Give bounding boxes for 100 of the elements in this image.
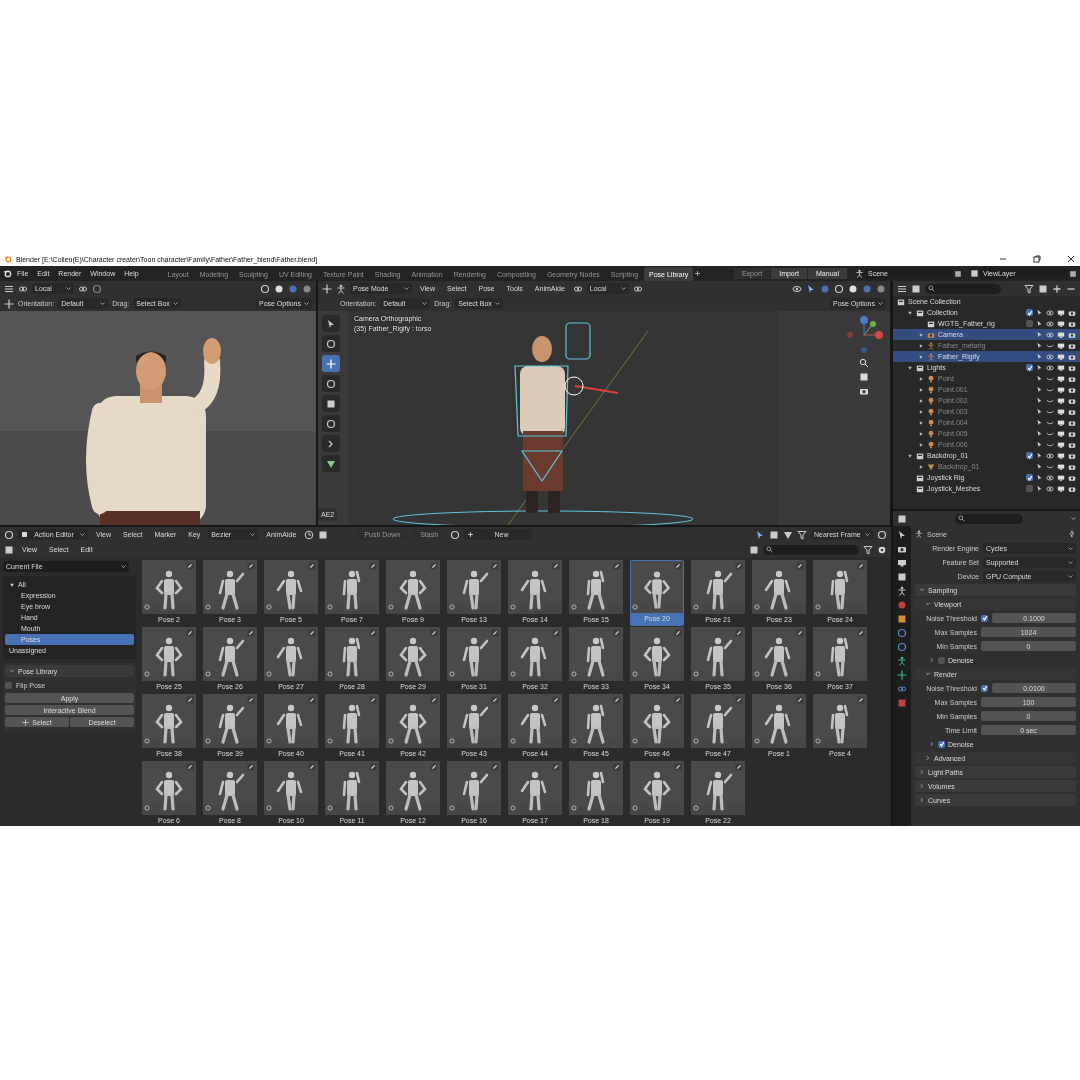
- grid-icon: [318, 529, 329, 540]
- checkbox[interactable]: [1026, 485, 1033, 492]
- link-icon: [78, 283, 88, 294]
- snap-icon: [92, 283, 102, 294]
- scale-tool-button[interactable]: [322, 395, 340, 412]
- material-icon: [862, 283, 872, 294]
- output-icon: [897, 558, 907, 568]
- action-icon: [266, 738, 272, 744]
- link-icon: [632, 283, 643, 294]
- rotate-tool-button[interactable]: [322, 375, 340, 392]
- rendered-icon: [876, 283, 886, 294]
- checkbox[interactable]: [1026, 452, 1033, 459]
- checkbox[interactable]: [1026, 320, 1033, 327]
- action-icon: [21, 531, 28, 538]
- pin-icon: [1068, 530, 1076, 538]
- monitor-icon: [1057, 319, 1065, 328]
- overlay-icon: [820, 283, 830, 294]
- filter-icon: [797, 529, 807, 540]
- action-icon: [510, 805, 516, 811]
- move-tool-button[interactable]: [322, 355, 340, 372]
- scene-icon: [915, 530, 923, 538]
- box-select-icon: [769, 529, 779, 540]
- camera-icon: [1068, 473, 1076, 482]
- edit-icon: [308, 763, 316, 771]
- visibility-icon: [792, 283, 802, 294]
- editor-type-icon: [897, 513, 907, 524]
- camera-icon: [1068, 429, 1076, 438]
- editor-type-icon: [4, 544, 14, 555]
- caret-icon: [620, 286, 626, 291]
- edit-icon: [735, 562, 743, 570]
- action-icon: [571, 671, 577, 677]
- measure-tool-button[interactable]: [322, 455, 340, 472]
- action-icon: [632, 671, 638, 677]
- monitor-icon: [1057, 429, 1065, 438]
- action-icon: [571, 604, 577, 610]
- action-icon: [144, 671, 150, 677]
- camera-icon: [1068, 308, 1076, 317]
- move-icon: [4, 298, 14, 309]
- edit-icon: [674, 763, 682, 771]
- edit-icon: [613, 562, 621, 570]
- browse-icon: [450, 529, 461, 540]
- camera-icon: [1068, 330, 1076, 339]
- checkbox[interactable]: [1026, 364, 1033, 371]
- monitor-icon: [1057, 440, 1065, 449]
- light-bulb-icon: [927, 374, 935, 383]
- collection-icon: [916, 363, 924, 372]
- action-icon: [693, 805, 699, 811]
- wireframe-icon: [834, 283, 844, 294]
- edit-icon: [186, 562, 194, 570]
- edit-icon: [552, 696, 560, 704]
- light-bulb-icon: [927, 396, 935, 405]
- cursor-tool-button[interactable]: [322, 335, 340, 352]
- collection-icon: [916, 308, 924, 317]
- edit-icon: [491, 696, 499, 704]
- camera-icon: [1068, 385, 1076, 394]
- transform-tool-button[interactable]: [322, 415, 340, 432]
- action-icon: [388, 738, 394, 744]
- eye-icon: [1046, 319, 1054, 328]
- action-icon: [266, 805, 272, 811]
- camera-icon: [1068, 451, 1076, 460]
- edit-icon: [430, 562, 438, 570]
- material-icon: [288, 283, 298, 294]
- search-field[interactable]: [925, 283, 1001, 294]
- camera-icon: [1068, 396, 1076, 405]
- checkbox[interactable]: [5, 681, 12, 689]
- action-icon: [632, 604, 638, 610]
- action-icon: [144, 604, 150, 610]
- checkbox[interactable]: [938, 656, 945, 664]
- action-icon: [327, 671, 333, 677]
- action-icon: [693, 738, 699, 744]
- axis-gizmo-icon: [844, 315, 884, 355]
- display-mode-icon: [911, 283, 921, 294]
- logo-icon: [3, 269, 12, 278]
- edit-icon: [369, 629, 377, 637]
- camera-icon: [1068, 407, 1076, 416]
- action-icon: [205, 671, 211, 677]
- edit-icon: [674, 629, 682, 637]
- action-icon: [327, 604, 333, 610]
- search-field[interactable]: [763, 544, 859, 555]
- checkbox[interactable]: [981, 614, 988, 622]
- checkbox[interactable]: [938, 740, 945, 748]
- checkbox[interactable]: [1026, 474, 1033, 481]
- action-icon: [815, 738, 821, 744]
- search-icon: [958, 515, 965, 522]
- checkbox[interactable]: [981, 684, 988, 692]
- checkbox[interactable]: [1026, 309, 1033, 316]
- caret-icon: [422, 301, 428, 306]
- object-icon: [897, 614, 907, 624]
- editor-type-icon: [322, 283, 332, 294]
- edit-icon: [674, 562, 682, 570]
- action-icon: [388, 671, 394, 677]
- add-icon: [694, 270, 702, 277]
- camera-icon: [1068, 462, 1076, 471]
- camera-icon: [1068, 352, 1076, 361]
- transform-icon: [572, 283, 583, 294]
- action-icon: [754, 671, 760, 677]
- action-icon: [571, 805, 577, 811]
- select-tool-button[interactable]: [322, 315, 340, 332]
- action-icon: [632, 805, 638, 811]
- search-field[interactable]: [955, 513, 1023, 524]
